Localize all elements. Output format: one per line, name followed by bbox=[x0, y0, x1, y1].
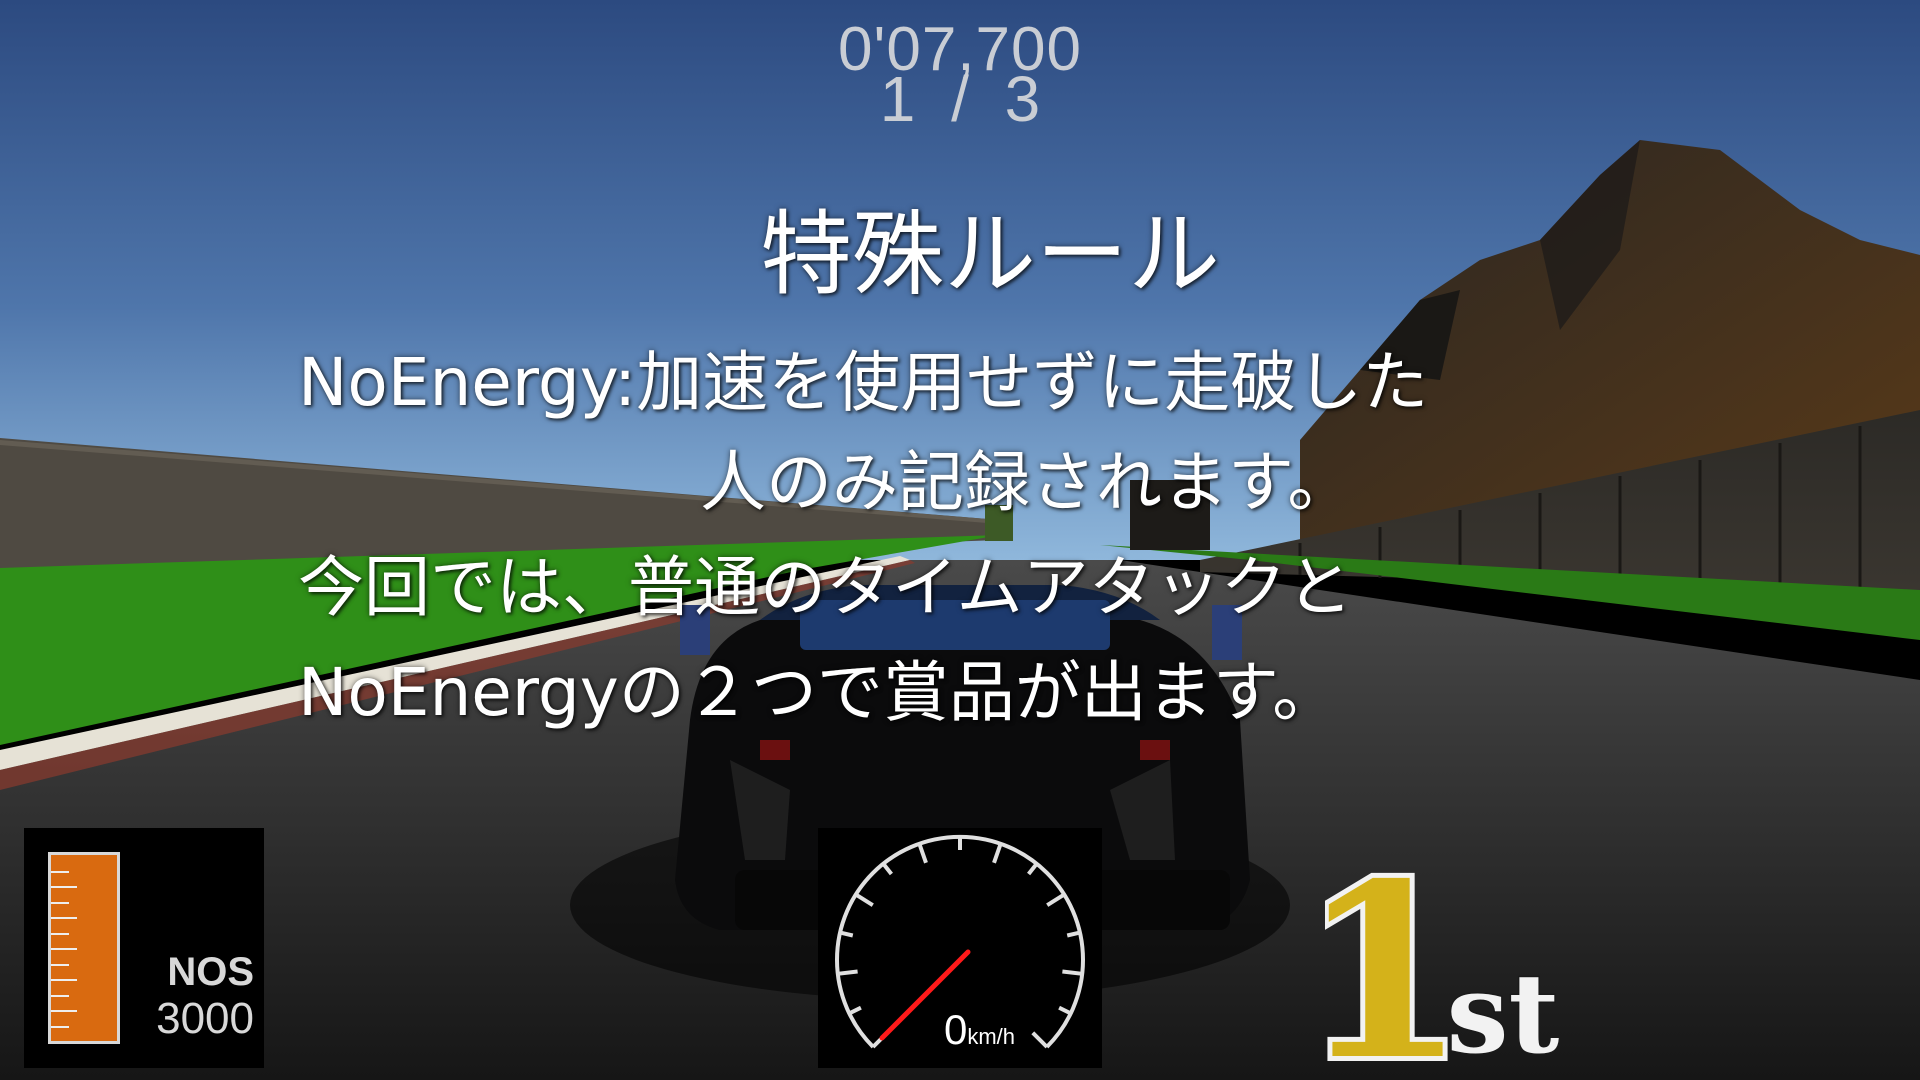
dial-tick bbox=[1058, 1005, 1072, 1016]
dial-tick bbox=[881, 862, 893, 876]
dial-tick bbox=[837, 969, 858, 976]
dial-tick bbox=[992, 843, 1003, 864]
dial-tick bbox=[1031, 1031, 1049, 1049]
lap-separator: / bbox=[951, 63, 969, 135]
dial-tick bbox=[1046, 892, 1066, 907]
rule-text-line: NoEnergy:加速を使用せずに走破した bbox=[298, 344, 1429, 421]
position-suffix: st bbox=[1447, 949, 1560, 1068]
rule-text-line: 人のみ記録されます。 bbox=[700, 444, 1354, 521]
nos-tick bbox=[51, 886, 77, 888]
speed-unit: km/h bbox=[967, 1024, 1016, 1049]
nos-tick bbox=[51, 964, 69, 966]
nos-label: NOS bbox=[167, 950, 254, 994]
dial-tick bbox=[917, 843, 928, 864]
nos-tick bbox=[51, 1010, 77, 1012]
nos-tick bbox=[51, 979, 77, 981]
dial-tick bbox=[1066, 930, 1081, 938]
nos-tick bbox=[51, 933, 69, 935]
rule-text-line: NoEnergyの２つで賞品が出ます。 bbox=[298, 654, 1339, 731]
lap-total: 3 bbox=[1004, 63, 1041, 135]
lap-counter: 1 / 3 bbox=[0, 62, 1920, 136]
lap-current: 1 bbox=[879, 63, 916, 135]
nos-tick bbox=[51, 871, 69, 873]
game-screen: 0'07,700 1 / 3 特殊ルール NoEnergy:加速を使用せずに走破… bbox=[0, 0, 1920, 1080]
dial-tick bbox=[848, 1005, 862, 1016]
speed-value: 0 bbox=[944, 1006, 968, 1053]
dial-tick bbox=[854, 892, 874, 907]
nos-gauge bbox=[48, 852, 120, 1044]
speed-readout: 0km/h bbox=[944, 1006, 1015, 1054]
rule-title: 特殊ルール bbox=[759, 201, 1220, 308]
nos-tick bbox=[51, 917, 77, 919]
nos-value: 3000 bbox=[156, 994, 254, 1043]
nos-tick bbox=[51, 902, 69, 904]
dial-tick bbox=[839, 930, 854, 938]
nos-panel: NOS 3000 bbox=[24, 828, 264, 1068]
rule-text-line: 今回では、普通のタイムアタックと bbox=[298, 549, 1353, 626]
dial-tick bbox=[1027, 862, 1039, 876]
dial-tick bbox=[1062, 969, 1083, 976]
race-position: 1 st bbox=[1325, 838, 1561, 1068]
nos-tick bbox=[51, 1026, 69, 1028]
speedometer: 0km/h bbox=[818, 828, 1102, 1068]
nos-tick bbox=[51, 948, 77, 950]
position-number: 1 bbox=[1325, 838, 1467, 1068]
nos-tick bbox=[51, 995, 69, 997]
